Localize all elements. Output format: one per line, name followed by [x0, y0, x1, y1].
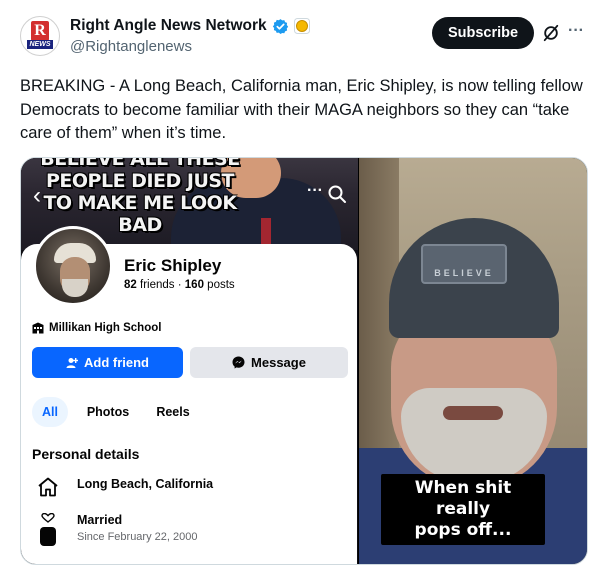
location-text: Long Beach, California: [77, 477, 214, 491]
add-friend-button: Add friend: [32, 347, 183, 378]
account-handle[interactable]: @Rightanglenews: [70, 38, 192, 55]
profile-picture: [33, 226, 113, 306]
friends-count: 82: [124, 279, 137, 291]
profile-beard: [62, 279, 88, 297]
add-person-icon: [66, 357, 78, 368]
caption-line-2: pops off...: [414, 520, 512, 540]
tab-photos: Photos: [86, 405, 130, 419]
school-icon: [32, 322, 44, 334]
grok-icon[interactable]: [542, 24, 560, 42]
message-button: Message: [190, 347, 348, 378]
personal-details-title: Personal details: [32, 446, 140, 462]
display-name[interactable]: Right Angle News Network: [70, 17, 267, 35]
affiliate-badge-icon[interactable]: [293, 18, 310, 34]
relationship-row: Married Since February 22, 2000: [37, 513, 197, 547]
video-caption: When shit really pops off...: [381, 474, 545, 545]
logo-text: NEWS: [27, 40, 53, 49]
cover-more-icon: ···: [307, 182, 323, 199]
home-icon: [38, 477, 58, 497]
caption-line-1: When shit really: [414, 478, 512, 519]
profile-stats: 82 friends · 160 posts: [124, 279, 235, 291]
logo-letter: R: [31, 21, 49, 41]
stats-separator: ·: [177, 279, 182, 291]
back-chevron-icon: ‹: [33, 182, 41, 209]
facebook-profile-screenshot[interactable]: BELIEVE ALL THESE PEOPLE DIED JUST TO MA…: [21, 158, 358, 564]
tweet-text: BREAKING - A Long Beach, California man,…: [20, 77, 583, 142]
message-label: Message: [251, 355, 306, 370]
more-options-icon[interactable]: ···: [568, 22, 584, 40]
tweet-media[interactable]: BELIEVE ALL THESE PEOPLE DIED JUST TO MA…: [20, 157, 588, 565]
profile-name: Eric Shipley: [124, 256, 222, 275]
relationship-status: Married: [77, 513, 123, 527]
relationship-text-group: Married Since February 22, 2000: [77, 513, 197, 543]
friends-label: friends: [140, 279, 175, 291]
beanie-patch-text: BELIEVE: [434, 268, 494, 278]
school-name: Millikan High School: [49, 322, 162, 334]
man-mouth: [443, 406, 503, 420]
meme-line-2: PEOPLE DIED JUST: [45, 170, 235, 192]
meme-line-1: BELIEVE ALL THESE: [40, 158, 240, 170]
tab-reels: Reels: [156, 405, 190, 419]
video-still[interactable]: BELIEVE When shit really pops off...: [359, 158, 587, 564]
add-friend-label: Add friend: [84, 355, 149, 370]
verified-badge-icon[interactable]: [272, 18, 289, 35]
account-avatar[interactable]: R NEWS: [20, 16, 60, 56]
posts-label: posts: [207, 279, 235, 291]
right-angle-news-logo: R NEWS: [27, 21, 53, 51]
cover-meme-text: BELIEVE ALL THESE PEOPLE DIED JUST TO MA…: [25, 158, 255, 236]
beanie-patch: [421, 244, 507, 284]
name-line: Right Angle News Network: [70, 17, 310, 35]
tab-all: All: [32, 397, 68, 427]
subscribe-button[interactable]: Subscribe: [432, 17, 534, 49]
location-row: Long Beach, California: [37, 477, 213, 497]
relationship-since: Since February 22, 2000: [77, 531, 198, 543]
messenger-icon: [232, 356, 245, 369]
relationship-heart-icon: [40, 513, 56, 546]
school-row: Millikan High School: [32, 322, 161, 334]
search-icon: [328, 185, 346, 203]
posts-count: 160: [184, 279, 204, 291]
